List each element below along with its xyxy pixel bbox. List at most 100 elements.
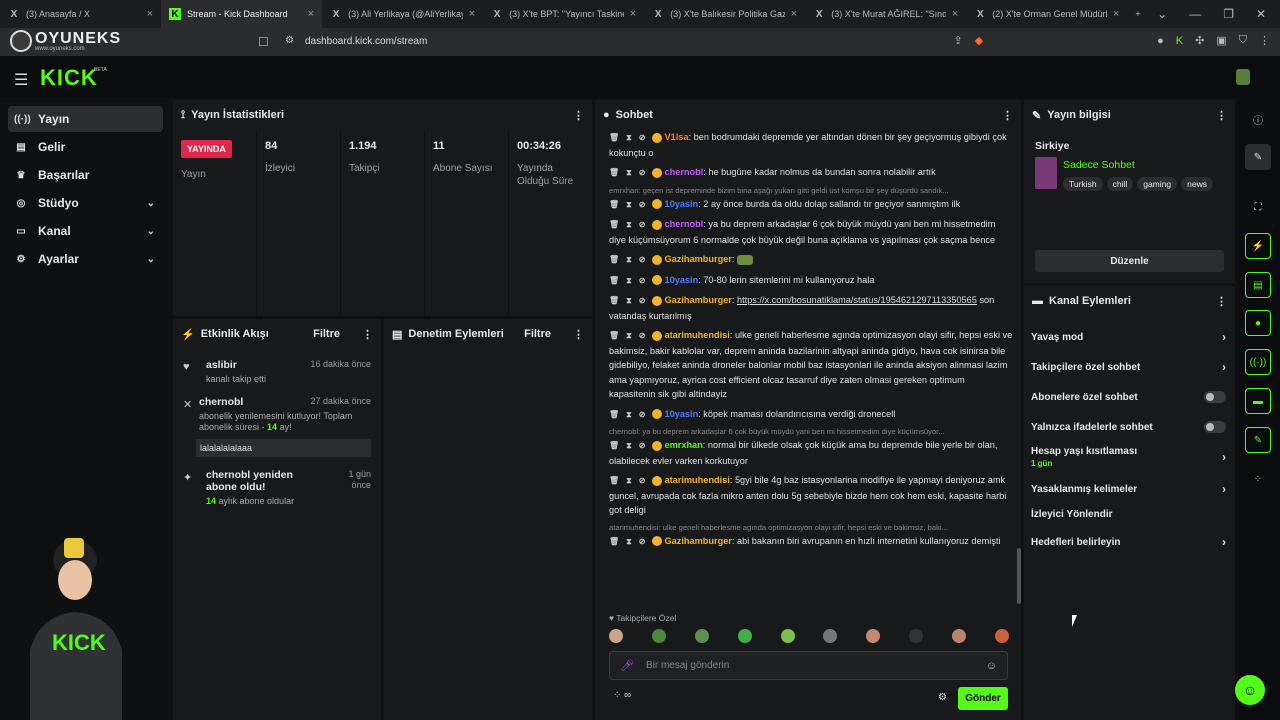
ban-icon[interactable]: ⊘ xyxy=(639,441,646,450)
timeout-icon[interactable]: ⧗ xyxy=(626,168,632,177)
shield-icon[interactable]: ◆ xyxy=(975,34,983,47)
ban-icon[interactable]: ⊘ xyxy=(639,255,646,264)
ban-icon[interactable]: ⊘ xyxy=(639,168,646,177)
trash-icon[interactable]: 🗑︎ xyxy=(609,296,619,305)
more-options-icon[interactable]: ⋮ xyxy=(1216,109,1227,122)
chat-message[interactable]: 🗑︎ ⧗ ⊘ 10yasin: köpek maması dolandırıcısın… xyxy=(603,407,1013,423)
emote-icon[interactable] xyxy=(994,629,1009,643)
hamburger-menu-icon[interactable]: ☰ xyxy=(14,70,28,90)
chat-tools-icon[interactable]: ⁘ ∞ xyxy=(613,690,631,701)
chat-message[interactable]: 🗑︎ ⧗ ⊘ 10yasin: 2 ay önce burda da oldu dol… xyxy=(603,197,1013,213)
timeout-icon[interactable]: ⧗ xyxy=(626,220,632,229)
chat-username[interactable]: 10yasin xyxy=(664,409,698,419)
more-options-icon[interactable]: ⋮ xyxy=(1002,109,1013,122)
site-settings-icon[interactable]: ⚙ xyxy=(285,35,294,46)
more-options-icon[interactable]: ⋮ xyxy=(362,328,373,341)
ban-icon[interactable]: ⊘ xyxy=(639,220,646,229)
emotes-only-toggle[interactable] xyxy=(1204,421,1226,433)
sidebar-item-studyo[interactable]: ◎ Stüdyo ⌄ xyxy=(8,190,163,216)
timeout-icon[interactable]: ⧗ xyxy=(626,476,632,485)
filter-button[interactable]: Filtre xyxy=(313,328,340,340)
timeout-icon[interactable]: ⧗ xyxy=(626,255,632,264)
action-goals[interactable]: Hedefleri belirleyin › xyxy=(1031,535,1226,549)
channel-icon[interactable]: ▬ xyxy=(1245,388,1271,414)
microphone-icon[interactable]: 🎤︎ xyxy=(620,659,634,672)
restore-icon[interactable]: ❐ xyxy=(1223,7,1234,21)
sidebar-item-ayarlar[interactable]: ⚙ Ayarlar ⌄ xyxy=(8,246,163,272)
chat-message[interactable]: 🗑︎ ⧗ ⊘ chernobl: he bugüne kadar nolmus da … xyxy=(603,165,1013,181)
timeout-icon[interactable]: ⧗ xyxy=(626,200,632,209)
emote-icon[interactable] xyxy=(694,629,709,643)
trash-icon[interactable]: 🗑︎ xyxy=(609,220,619,229)
crop-icon[interactable]: ⛶ xyxy=(1245,194,1271,220)
share-icon[interactable]: ⇪ xyxy=(953,34,962,47)
emote-icon[interactable] xyxy=(651,629,666,643)
chevron-down-icon[interactable]: ⌄ xyxy=(1157,7,1167,21)
timeout-icon[interactable]: ⧗ xyxy=(626,276,632,285)
filter-button[interactable]: Filtre xyxy=(524,328,551,340)
chat-message[interactable]: 🗑︎ ⧗ ⊘ Gazihamburger: https://x.com/bosunat… xyxy=(603,293,1013,323)
more-options-icon[interactable]: ⋮ xyxy=(573,328,584,341)
chat-messages[interactable]: 🗑︎ ⧗ ⊘ V1lsa: ben bodrumdaki depremde yer a… xyxy=(603,130,1013,610)
chat-username[interactable]: 10yasin xyxy=(664,199,698,209)
trash-icon[interactable]: 🗑︎ xyxy=(609,537,619,546)
trash-icon[interactable]: 🗑︎ xyxy=(609,200,619,209)
action-banned-words[interactable]: Yasaklanmış kelimeler › xyxy=(1031,482,1226,496)
menu-icon[interactable]: ⋮ xyxy=(1259,34,1270,47)
action-followers-only[interactable]: Takipçilere özel sohbet › xyxy=(1031,360,1226,374)
ban-icon[interactable]: ⊘ xyxy=(639,410,646,419)
vpn-icon[interactable]: ⛉ xyxy=(1239,34,1247,47)
chat-message[interactable]: 🗑︎ ⧗ ⊘ Gazihamburger: xyxy=(603,252,1013,268)
gear-icon[interactable]: ⚙ xyxy=(938,692,947,703)
url-field[interactable]: dashboard.kick.com/stream xyxy=(305,36,427,47)
emote-icon[interactable] xyxy=(952,629,966,643)
ban-icon[interactable]: ⊘ xyxy=(639,200,646,209)
browser-tab[interactable]: X (3) X'te Balıkesir Politika Gazetesi: "… xyxy=(644,0,805,28)
chat-input[interactable]: 🎤︎ Bir mesaj gönderin ☺ xyxy=(609,651,1008,680)
timeout-icon[interactable]: ⧗ xyxy=(626,441,632,450)
emote-icon[interactable] xyxy=(737,629,752,643)
sidebar-item-basarilar[interactable]: ♛ Başarılar xyxy=(8,162,163,188)
trash-icon[interactable]: 🗑︎ xyxy=(609,410,619,419)
chat-username[interactable]: Gazihamburger xyxy=(664,295,731,305)
emote-icon[interactable] xyxy=(609,629,623,643)
tab-close-icon[interactable]: × xyxy=(630,8,636,20)
emoji-icon[interactable]: ☺ xyxy=(986,660,997,672)
tab-close-icon[interactable]: × xyxy=(952,8,958,20)
puzzle-icon[interactable]: ✣ xyxy=(1195,34,1204,47)
chat-message[interactable]: 🗑︎ ⧗ ⊘ atarimuhendisi: ulke geneli haberles… xyxy=(603,328,1013,402)
trash-icon[interactable]: 🗑︎ xyxy=(609,441,619,450)
sidebar-item-kanal[interactable]: ▭ Kanal ⌄ xyxy=(8,218,163,244)
chat-username[interactable]: atarimuhendisi xyxy=(664,475,729,485)
action-account-age[interactable]: Hesap yaşı kısıtlaması 1 gün › xyxy=(1031,446,1226,468)
action-raid[interactable]: İzleyici Yönlendir xyxy=(1031,509,1226,520)
minimize-icon[interactable]: — xyxy=(1189,7,1201,21)
chat-link[interactable]: https://x.com/bosunatiklama/status/19546… xyxy=(737,295,977,305)
chat-username[interactable]: Gazihamburger xyxy=(664,536,731,546)
document-icon[interactable]: ▤ xyxy=(1245,272,1271,298)
chat-scrollbar[interactable] xyxy=(1017,548,1021,604)
subscribers-only-toggle[interactable] xyxy=(1204,391,1226,403)
tab-close-icon[interactable]: × xyxy=(791,8,797,20)
lightning-icon[interactable]: ⚡ xyxy=(1245,233,1271,259)
pencil-icon[interactable]: ✎ xyxy=(1245,144,1271,170)
emote-icon[interactable] xyxy=(780,629,795,643)
trash-icon[interactable]: 🗑︎ xyxy=(609,331,619,340)
send-button[interactable]: Gönder xyxy=(958,687,1008,710)
browser-tab[interactable]: X (3) Ali Yerlikaya (@AliYerlikaya) / X × xyxy=(322,0,483,28)
activity-user[interactable]: chernobl yeniden abone oldu! xyxy=(206,469,326,493)
user-avatar[interactable] xyxy=(1236,69,1250,85)
ban-icon[interactable]: ⊘ xyxy=(639,331,646,340)
browser-tab[interactable]: X (3) Anasayfa / X × xyxy=(0,0,161,28)
reply-preview[interactable]: chernobl: ya bu deprem arkadaşlar 6 çok … xyxy=(603,427,1013,436)
chat-message[interactable]: 🗑︎ ⧗ ⊘ 10yasin: 70-80 lerin sitemlerini mi … xyxy=(603,273,1013,289)
timeout-icon[interactable]: ⧗ xyxy=(626,296,632,305)
tab-close-icon[interactable]: × xyxy=(147,8,153,20)
action-slow-mode[interactable]: Yavaş mod › xyxy=(1031,330,1226,344)
info-icon[interactable]: ⓘ xyxy=(1245,106,1271,132)
ban-icon[interactable]: ⊘ xyxy=(639,296,646,305)
kick-extension-icon[interactable]: K xyxy=(1176,35,1183,47)
timeout-icon[interactable]: ⧗ xyxy=(626,331,632,340)
timeout-icon[interactable]: ⧗ xyxy=(626,410,632,419)
sidebar-icon[interactable]: ▣ xyxy=(1216,34,1226,47)
